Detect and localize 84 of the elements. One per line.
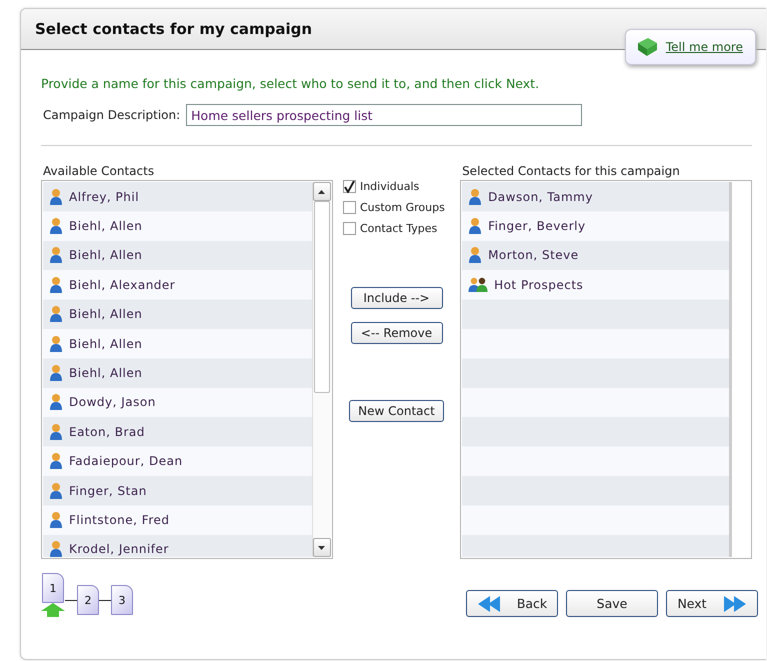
panel-title: Select contacts for my campaign — [35, 20, 312, 38]
checkbox-label: Custom Groups — [360, 201, 445, 214]
contact-row[interactable]: Alfrey, Phil — [43, 182, 312, 212]
contact-name: Krodel, Jennifer — [69, 542, 169, 556]
field-label: Campaign Description: — [43, 108, 180, 122]
person-icon — [49, 393, 63, 412]
campaign-description-field[interactable]: Home sellers prospecting list — [186, 104, 582, 126]
step-page: 1 — [42, 573, 64, 603]
contact-row[interactable]: Morton, Steve — [462, 240, 730, 270]
contact-name: Finger, Stan — [69, 484, 147, 498]
contact-name: Fadaiepour, Dean — [69, 454, 183, 468]
scroll-down-button[interactable] — [312, 538, 331, 557]
scroll-thumb[interactable] — [314, 201, 330, 393]
contact-row[interactable]: Dawson, Tammy — [462, 182, 730, 212]
checkbox-label: Contact Types — [360, 222, 438, 235]
person-icon — [49, 334, 63, 353]
instructions-text: Provide a name for this campaign, select who to send it to, and then click Next. — [41, 76, 540, 91]
include-button[interactable]: Include --> — [350, 287, 442, 309]
person-icon — [49, 510, 63, 529]
scroll-up-button[interactable] — [312, 182, 331, 201]
person-icon — [49, 540, 63, 558]
scrollbar[interactable] — [312, 182, 331, 557]
group-icon — [468, 276, 488, 293]
check-icon — [344, 180, 355, 192]
contact-row[interactable]: Biehl, Allen — [43, 328, 312, 358]
available-contacts-list[interactable]: Alfrey, Phil Biehl, Allen Biehl, Allen Biehl, Alexander Biehl, Allen Biehl, Allen Biehl, Allen Dowdy, Jason Eaton, Brad Fadaiepour, Dean Finger, Stan Flintstone, Fred Krodel, Jennifer — [41, 180, 333, 559]
contact-row[interactable]: Biehl, Allen — [43, 240, 312, 270]
contact-name: Hot Prospects — [494, 278, 584, 292]
contact-row[interactable]: Finger, Stan — [43, 476, 312, 506]
contact-row[interactable]: Flintstone, Fred — [43, 505, 312, 535]
contact-name: Eaton, Brad — [69, 424, 145, 439]
back-button[interactable]: Back — [466, 590, 558, 617]
contact-row[interactable]: Biehl, Alexander — [43, 270, 312, 300]
checkbox-label: Individuals — [360, 180, 420, 193]
list-label: Available Contacts — [43, 164, 156, 178]
person-icon — [49, 422, 63, 441]
contact-name: Alfrey, Phil — [69, 190, 140, 204]
person-icon — [468, 246, 482, 264]
person-icon — [49, 276, 63, 294]
person-icon — [49, 188, 63, 206]
person-icon — [49, 482, 63, 500]
person-icon — [49, 246, 63, 264]
person-icon — [468, 188, 482, 206]
contact-name: Finger, Beverly — [488, 219, 586, 234]
step-page: 2 — [77, 585, 99, 615]
contact-name: Biehl, Allen — [69, 336, 142, 351]
selected-contacts-list[interactable]: Dawson, Tammy Finger, Beverly Morton, Steve Hot Prospects — [460, 180, 752, 559]
step-page: 3 — [111, 585, 133, 615]
contact-row[interactable]: Krodel, Jennifer — [43, 534, 312, 558]
contact-name: Dowdy, Jason — [69, 395, 156, 410]
save-button[interactable]: Save — [566, 590, 658, 617]
checkbox[interactable] — [342, 222, 356, 235]
person-icon — [468, 217, 482, 236]
new-contact-button[interactable]: New Contact — [349, 400, 444, 422]
person-icon — [49, 217, 63, 236]
contact-row[interactable]: Biehl, Allen — [43, 211, 312, 241]
contact-name: Dawson, Tammy — [488, 190, 593, 204]
list-label: Selected Contacts for this campaign — [462, 164, 681, 178]
contact-row[interactable]: Dowdy, Jason — [43, 388, 312, 418]
checkbox[interactable] — [342, 180, 356, 193]
remove-button[interactable]: <-- Remove — [350, 322, 442, 344]
contact-name: Biehl, Allen — [69, 248, 142, 262]
contact-name: Biehl, Allen — [69, 307, 142, 322]
contact-row[interactable]: Finger, Beverly — [462, 211, 730, 241]
contact-name: Biehl, Allen — [69, 219, 142, 234]
checkbox[interactable] — [342, 201, 356, 214]
contact-name: Flintstone, Fred — [69, 512, 170, 527]
contact-row[interactable]: Biehl, Allen — [43, 300, 312, 329]
contact-row[interactable]: Eaton, Brad — [43, 417, 312, 447]
contact-row[interactable]: Biehl, Allen — [43, 358, 312, 388]
person-icon — [49, 452, 63, 470]
person-icon — [49, 364, 63, 382]
up-arrow-icon — [41, 603, 65, 617]
contact-row[interactable]: Fadaiepour, Dean — [43, 446, 312, 476]
down-triangle-icon — [318, 546, 326, 550]
next-button[interactable]: Next — [666, 590, 758, 617]
contact-row[interactable]: Hot Prospects — [462, 270, 730, 300]
tell-me-more-link[interactable]: Tell me more — [666, 40, 743, 54]
contact-name: Biehl, Allen — [69, 366, 142, 380]
person-icon — [49, 305, 63, 324]
double-left-arrow-icon — [476, 594, 503, 612]
up-triangle-icon — [318, 190, 326, 194]
contact-name: Morton, Steve — [488, 248, 579, 262]
contact-name: Biehl, Alexander — [69, 278, 176, 292]
